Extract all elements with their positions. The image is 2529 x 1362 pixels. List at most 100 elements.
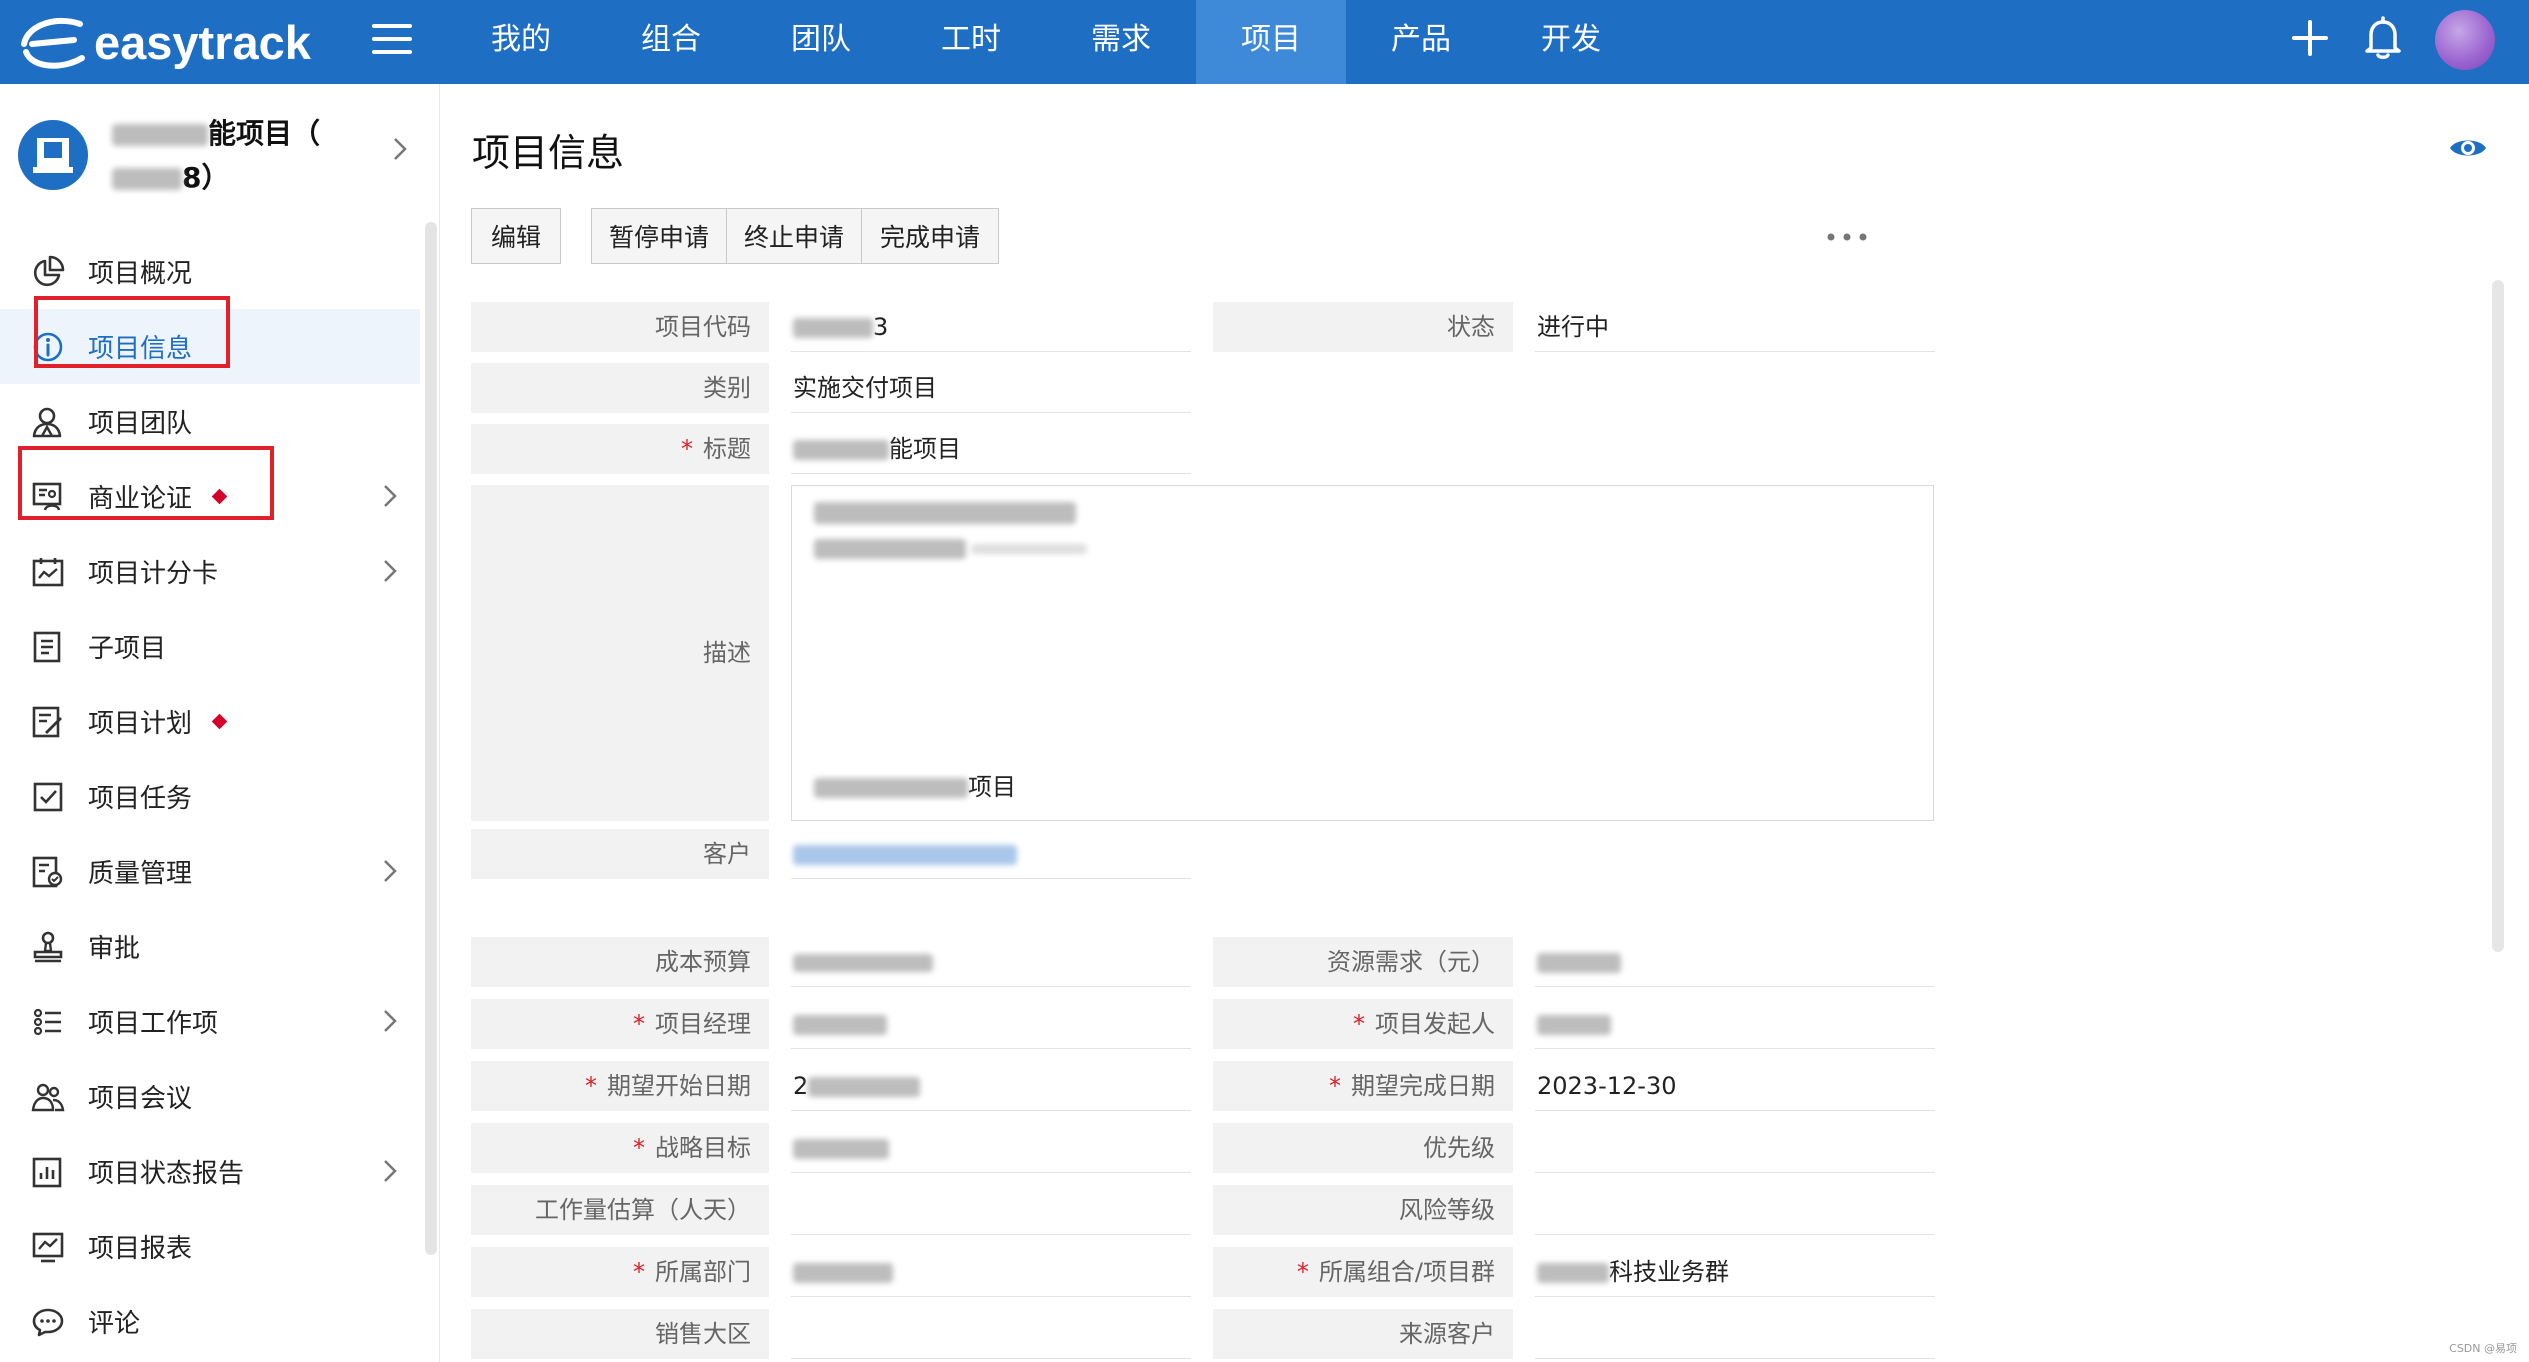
field-value-status[interactable]: 进行中 xyxy=(1535,302,1935,352)
sidebar-item-work-items[interactable]: 项目工作项 xyxy=(0,984,420,1059)
project-sidebar: 能项目（ 8） 项目概况 项目信息 项目团队 商业论证 项目计分卡 子项目 项目… xyxy=(0,84,440,1362)
field-label-end-date: * 期望完成日期 xyxy=(1213,1061,1513,1111)
sidebar-item-label: 项目计分卡 xyxy=(88,559,219,589)
new-dot-indicator xyxy=(211,713,228,730)
plan-icon xyxy=(30,704,66,740)
redacted-text xyxy=(793,1139,889,1159)
sidebar-item-plan[interactable]: 项目计划 xyxy=(0,684,420,759)
sidebar-item-comments[interactable]: 评论 xyxy=(0,1284,420,1359)
sidebar-item-task[interactable]: 项目任务 xyxy=(0,759,420,834)
redacted-text xyxy=(112,124,208,146)
nav-item-projects[interactable]: 项目 xyxy=(1196,0,1346,84)
sidebar-item-scorecard[interactable]: 项目计分卡 xyxy=(0,534,420,609)
required-asterisk: * xyxy=(1296,1258,1309,1286)
required-asterisk: * xyxy=(681,435,693,463)
field-value-pm[interactable] xyxy=(791,999,1191,1049)
eye-icon[interactable] xyxy=(2448,134,2488,162)
sidebar-item-reports[interactable]: 项目报表 xyxy=(0,1209,420,1284)
field-value-cost-budget[interactable] xyxy=(791,937,1191,987)
terminate-request-button[interactable]: 终止申请 xyxy=(726,208,862,264)
bell-icon[interactable] xyxy=(2363,16,2403,60)
sidebar-item-label: 评论 xyxy=(88,1309,141,1339)
chevron-right-icon[interactable] xyxy=(390,134,410,164)
field-label-cost-budget: 成本预算 xyxy=(471,937,769,987)
required-asterisk: * xyxy=(633,1010,645,1038)
required-asterisk: * xyxy=(633,1258,645,1286)
easytrack-logo[interactable]: easytrack xyxy=(18,10,311,74)
user-avatar[interactable] xyxy=(2435,10,2495,70)
field-label-risk: 风险等级 xyxy=(1213,1185,1513,1235)
nav-item-timesheet[interactable]: 工时 xyxy=(896,0,1046,84)
nav-item-portfolio[interactable]: 组合 xyxy=(596,0,746,84)
field-label-resource-demand: 资源需求（元） xyxy=(1213,937,1513,987)
sidebar-item-label: 质量管理 xyxy=(88,859,193,889)
sidebar-item-subproject[interactable]: 子项目 xyxy=(0,609,420,684)
nav-item-products[interactable]: 产品 xyxy=(1346,0,1496,84)
sidebar-item-approval[interactable]: 审批 xyxy=(0,909,420,984)
field-label-effort: 工作量估算（人天） xyxy=(471,1185,769,1235)
field-value-portfolio[interactable]: 科技业务群 xyxy=(1535,1247,1935,1297)
field-value-title[interactable]: 能项目 xyxy=(791,424,1191,474)
pause-request-button[interactable]: 暂停申请 xyxy=(591,208,727,264)
chevron-right-icon xyxy=(384,1010,397,1032)
field-value-effort[interactable] xyxy=(791,1185,1191,1235)
chevron-right-icon xyxy=(384,1160,397,1182)
page-title: 项目信息 xyxy=(472,131,625,175)
field-value-sales-region[interactable] xyxy=(791,1309,1191,1359)
highlight-box xyxy=(34,296,230,368)
sidebar-item-label: 项目会议 xyxy=(88,1084,193,1114)
more-options-icon[interactable] xyxy=(1825,232,1869,242)
field-value-customer[interactable] xyxy=(791,829,1191,879)
team-icon xyxy=(30,404,66,440)
redacted-text xyxy=(793,1263,893,1283)
field-label-title: * 标题 xyxy=(471,424,769,474)
field-value-priority[interactable] xyxy=(1535,1123,1935,1173)
field-label-sponsor: * 项目发起人 xyxy=(1213,999,1513,1049)
plus-icon[interactable] xyxy=(2292,20,2328,56)
sidebar-item-quality[interactable]: 质量管理 xyxy=(0,834,420,909)
required-asterisk: * xyxy=(585,1072,597,1100)
task-icon xyxy=(30,779,66,815)
nav-item-mine[interactable]: 我的 xyxy=(446,0,596,84)
edit-button[interactable]: 编辑 xyxy=(471,208,561,264)
field-label-dept: * 所属部门 xyxy=(471,1247,769,1297)
sidebar-item-meeting[interactable]: 项目会议 xyxy=(0,1059,420,1134)
project-header[interactable]: 能项目（ 8） xyxy=(0,84,439,219)
field-label-strategy: * 战略目标 xyxy=(471,1123,769,1173)
redacted-text xyxy=(814,502,1076,524)
sidebar-item-label: 项目报表 xyxy=(88,1234,193,1264)
redacted-text xyxy=(808,1077,921,1097)
sidebar-item-status-report[interactable]: 项目状态报告 xyxy=(0,1134,420,1209)
meeting-icon xyxy=(30,1079,66,1115)
field-label-start-date: * 期望开始日期 xyxy=(471,1061,769,1111)
field-label-portfolio: * 所属组合/项目群 xyxy=(1213,1247,1513,1297)
status-report-icon xyxy=(30,1154,66,1190)
field-value-dept[interactable] xyxy=(791,1247,1191,1297)
field-value-strategy[interactable] xyxy=(791,1123,1191,1173)
field-value-risk[interactable] xyxy=(1535,1185,1935,1235)
main-scrollbar[interactable] xyxy=(2492,280,2504,952)
nav-item-development[interactable]: 开发 xyxy=(1496,0,1646,84)
complete-request-button[interactable]: 完成申请 xyxy=(861,208,999,264)
field-label-status: 状态 xyxy=(1213,302,1513,352)
field-value-start-date[interactable]: 2 xyxy=(791,1061,1191,1111)
description-box[interactable]: 项目 xyxy=(791,485,1934,821)
description-line xyxy=(814,502,1076,524)
field-value-resource-demand[interactable] xyxy=(1535,937,1935,987)
highlight-box xyxy=(18,446,274,520)
sidebar-item-label: 项目任务 xyxy=(88,784,193,814)
nav-item-requirements[interactable]: 需求 xyxy=(1046,0,1196,84)
field-value-category[interactable]: 实施交付项目 xyxy=(791,363,1191,413)
redacted-link[interactable] xyxy=(793,845,1017,865)
field-value-source-customer[interactable] xyxy=(1535,1309,1935,1359)
redacted-text xyxy=(1537,1015,1611,1035)
nav-item-team[interactable]: 团队 xyxy=(746,0,896,84)
field-value-end-date[interactable]: 2023-12-30 xyxy=(1535,1061,1935,1111)
sidebar-scrollbar[interactable] xyxy=(425,222,437,1255)
required-asterisk: * xyxy=(1353,1010,1365,1038)
field-value-sponsor[interactable] xyxy=(1535,999,1935,1049)
chevron-right-icon xyxy=(384,485,397,507)
field-value-code[interactable]: 3 xyxy=(791,302,1191,352)
menu-icon[interactable] xyxy=(372,24,412,58)
field-label-source-customer: 来源客户 xyxy=(1213,1309,1513,1359)
